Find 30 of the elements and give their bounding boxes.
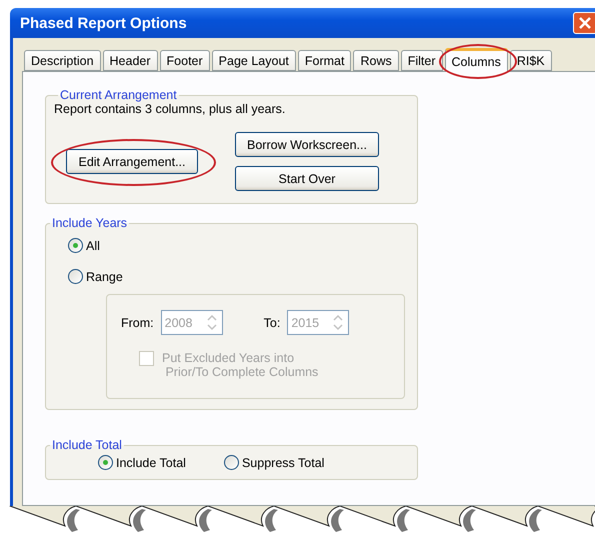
window-title: Phased Report Options (20, 14, 187, 32)
tab[interactable]: Footer (160, 50, 210, 71)
radio-button[interactable] (68, 238, 83, 253)
group-title: Current Arrangement (59, 88, 178, 102)
radio-button[interactable] (224, 455, 239, 470)
tab[interactable]: Filter (400, 50, 443, 71)
radio-button[interactable] (98, 455, 113, 470)
checkbox-label: Put Excluded Years into Prior/To Complete Columns (162, 351, 318, 379)
tab[interactable]: Columns (444, 48, 508, 72)
tab[interactable]: RI$K (510, 50, 552, 71)
radio-button[interactable] (68, 269, 83, 284)
radio-label: Include Total (116, 456, 186, 470)
tab[interactable]: Format (298, 50, 352, 71)
to-label: To: (264, 316, 280, 330)
close-button[interactable] (573, 12, 595, 34)
radio-label: All (86, 238, 100, 252)
arrangement-button[interactable]: Edit Arrangement... (66, 149, 198, 174)
close-icon (578, 16, 592, 30)
tab[interactable]: Header (102, 50, 158, 71)
summary-text: Report contains 3 columns, plus all years. (54, 102, 286, 116)
group-title: Include Total (51, 438, 123, 452)
arrangement-button[interactable]: Start Over (235, 166, 379, 191)
from-label: From: (121, 316, 154, 330)
radio-label: Suppress Total (242, 456, 324, 470)
group-title: Include Years (51, 216, 128, 230)
tab[interactable]: Description (24, 50, 101, 71)
tab[interactable]: Page Layout (212, 50, 296, 71)
arrangement-button[interactable]: Borrow Workscreen... (235, 132, 379, 157)
tab[interactable]: Rows (353, 50, 399, 71)
radio-label: Range (86, 270, 123, 284)
